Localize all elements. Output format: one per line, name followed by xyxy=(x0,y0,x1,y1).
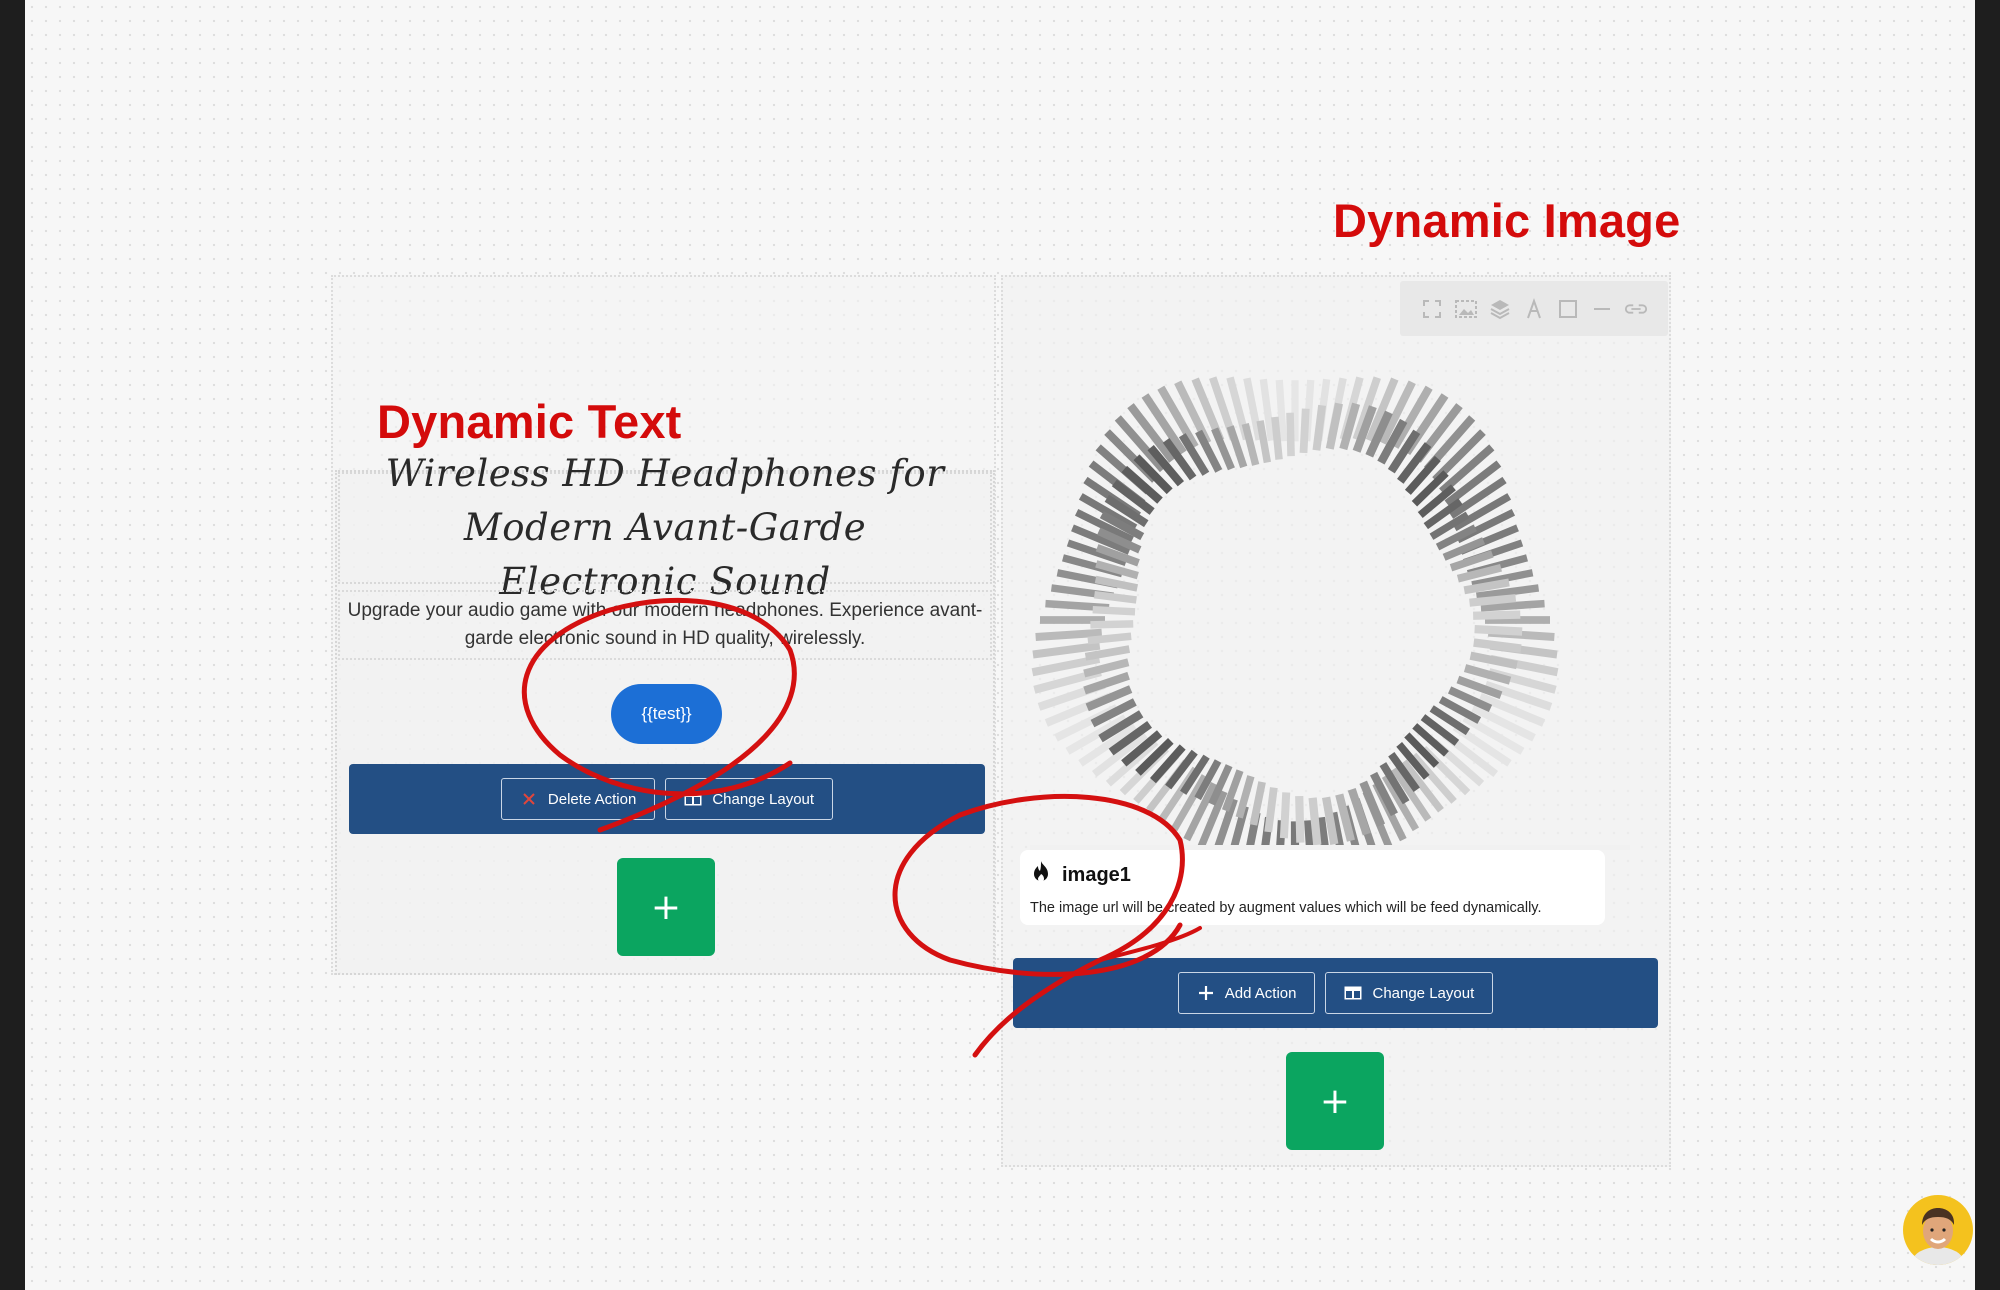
add-element-button[interactable]: + xyxy=(617,858,715,956)
plus-icon xyxy=(1197,984,1215,1002)
delete-action-label: Delete Action xyxy=(547,790,637,808)
layers-icon[interactable] xyxy=(1488,297,1512,321)
square-icon[interactable] xyxy=(1556,297,1580,321)
template-variable-button[interactable]: {{test}} xyxy=(611,684,722,744)
heading-block[interactable]: Wireless HD Headphones for Modern Avant-… xyxy=(338,452,992,603)
product-heading: Wireless HD Headphones for Modern Avant-… xyxy=(385,452,945,603)
left-action-bar: Delete Action Change Layout xyxy=(349,764,985,834)
link-icon[interactable] xyxy=(1624,297,1648,321)
add-action-label: Add Action xyxy=(1224,984,1297,1002)
add-element-button[interactable]: + xyxy=(1286,1052,1384,1150)
caption-title: image1 xyxy=(1062,863,1131,886)
image-select-icon[interactable] xyxy=(1454,297,1478,321)
right-action-bar: Add Action Change Layout xyxy=(1013,958,1658,1028)
change-layout-label: Change Layout xyxy=(1372,984,1475,1002)
minus-icon[interactable] xyxy=(1590,297,1614,321)
expand-icon[interactable] xyxy=(1420,297,1444,321)
close-icon xyxy=(520,790,538,808)
editor-canvas xyxy=(25,0,1975,1290)
layout-icon xyxy=(1344,984,1362,1002)
layout-icon xyxy=(684,790,702,808)
dynamic-image-annotation: Dynamic Image xyxy=(1333,194,1681,247)
change-layout-button[interactable]: Change Layout xyxy=(665,778,834,820)
image-toolbar xyxy=(1400,281,1668,336)
description-block[interactable]: Upgrade your audio game with our modern … xyxy=(338,590,992,660)
user-avatar[interactable] xyxy=(1903,1195,1973,1265)
text-style-icon[interactable] xyxy=(1522,297,1546,321)
product-description: Upgrade your audio game with our modern … xyxy=(347,600,983,649)
caption-description: The image url will be created by augment… xyxy=(1030,900,1542,916)
add-action-button[interactable]: Add Action xyxy=(1177,972,1316,1014)
image-caption-card: image1 The image url will be created by … xyxy=(1020,850,1605,925)
dynamic-image[interactable] xyxy=(1030,320,1630,891)
change-layout-button[interactable]: Change Layout xyxy=(1325,972,1494,1014)
change-layout-label: Change Layout xyxy=(712,790,815,808)
delete-action-button[interactable]: Delete Action xyxy=(500,778,656,820)
dynamic-text-annotation: Dynamic Text xyxy=(377,395,682,448)
fire-icon xyxy=(1030,860,1052,890)
